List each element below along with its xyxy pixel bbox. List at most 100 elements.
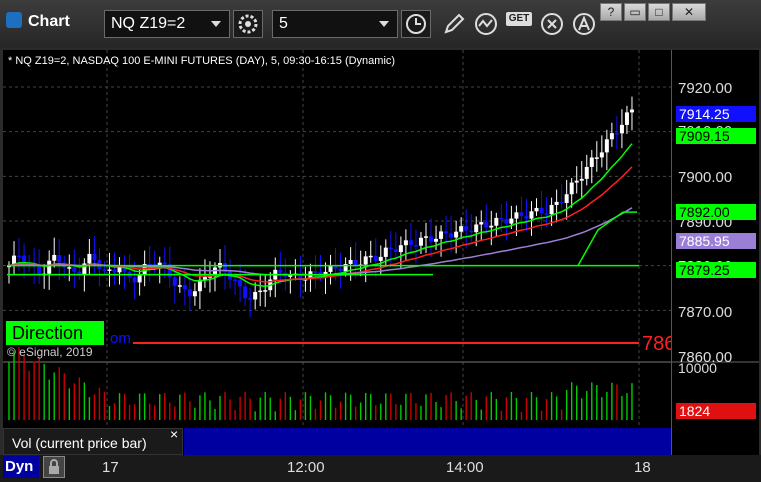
price-chart[interactable]	[3, 50, 671, 455]
app-title: Chart	[28, 13, 70, 30]
candle-body	[439, 231, 444, 239]
minimize-button[interactable]: ▭	[624, 3, 646, 21]
chevron-down-icon[interactable]	[211, 21, 221, 27]
candle-body	[423, 236, 428, 238]
candle-body	[162, 262, 167, 265]
candle-body	[348, 260, 353, 264]
help-button[interactable]: ?	[600, 3, 622, 21]
candle-body	[494, 217, 499, 226]
candle-body	[519, 212, 524, 217]
step-line	[577, 211, 637, 267]
candle-body	[579, 178, 584, 181]
candle-body	[564, 194, 569, 203]
candle-body	[574, 180, 579, 183]
candle-body	[112, 269, 117, 273]
candle-body	[554, 201, 559, 205]
price-label: 7920.00	[678, 80, 733, 97]
ma-slow-tag: 7879.25	[676, 262, 756, 278]
candle-body	[187, 289, 192, 297]
candle-body	[258, 290, 263, 293]
last-price-tag: 7914.25	[676, 106, 756, 122]
candle-body	[464, 226, 469, 231]
candle-body	[107, 269, 112, 271]
lock-button[interactable]	[43, 456, 65, 478]
price-label: 7870.00	[678, 304, 733, 321]
gear-icon	[238, 14, 258, 34]
time-label: 12:00	[287, 459, 325, 476]
candle-body	[132, 277, 137, 283]
chevron-down-icon[interactable]	[379, 21, 389, 27]
settings-button[interactable]	[233, 10, 263, 38]
candle-body	[47, 260, 52, 274]
candle-body	[137, 274, 142, 283]
close-button[interactable]: ✕	[672, 3, 706, 21]
candle-body	[509, 218, 514, 224]
candle-body	[353, 260, 358, 266]
candle-body	[278, 269, 283, 273]
study-icon[interactable]	[474, 12, 498, 36]
candle-body	[243, 286, 248, 299]
candle-body	[192, 291, 197, 297]
candle-body	[624, 112, 629, 125]
symbol-value: NQ Z19=2	[111, 15, 186, 32]
copyright-text: © eSignal, 2019	[7, 345, 93, 359]
volume-panel-bar	[184, 428, 671, 455]
candle-body	[539, 207, 544, 214]
candle-body	[233, 279, 238, 282]
candle-body	[559, 201, 564, 204]
candle-body	[434, 238, 439, 242]
candle-body	[92, 253, 97, 260]
interval-input[interactable]: 5	[272, 10, 398, 38]
candle-body	[413, 245, 418, 247]
candle-body	[479, 222, 484, 225]
candle-body	[484, 222, 489, 228]
candle-body	[454, 231, 459, 238]
alert-icon[interactable]	[572, 12, 596, 36]
volume-close-icon[interactable]: ×	[170, 426, 178, 442]
clock-icon	[406, 14, 426, 34]
candle-body	[238, 280, 243, 287]
candle-body	[338, 268, 343, 272]
candle-body	[549, 204, 554, 215]
chart-area[interactable]	[3, 50, 671, 455]
candle-body	[444, 231, 449, 234]
close-circle-icon[interactable]	[540, 12, 564, 36]
time-label: 14:00	[446, 459, 484, 476]
candle-body	[544, 213, 549, 215]
candle-body	[253, 291, 258, 300]
candle-body	[52, 254, 57, 261]
chart-window: Chart NQ Z19=2 5 GET ? ▭ □ ✕ * NQ Z19=2,…	[0, 0, 761, 481]
candle-body	[504, 218, 509, 224]
candle-body	[378, 256, 383, 261]
candle-body	[263, 290, 268, 292]
maximize-button[interactable]: □	[648, 3, 670, 21]
candle-body	[534, 207, 539, 212]
candle-body	[629, 109, 634, 113]
candle-body	[514, 212, 519, 219]
candle-body	[22, 255, 27, 263]
volume-panel-label: Vol (current price bar)	[3, 428, 183, 455]
candle-body	[584, 166, 589, 179]
get-button[interactable]: GET	[506, 12, 534, 36]
title-bar: Chart NQ Z19=2 5 GET ? ▭ □ ✕	[0, 0, 761, 48]
candle-body	[614, 133, 619, 135]
direction-suffix: om	[110, 330, 131, 347]
candle-body	[77, 271, 82, 274]
price-label: 7900.00	[678, 169, 733, 186]
dynamic-button[interactable]: Dyn	[3, 456, 39, 478]
candle-body	[599, 152, 604, 158]
time-label: 17	[102, 459, 119, 476]
time-label: 18	[634, 459, 651, 476]
time-button[interactable]	[401, 10, 431, 38]
candle-body	[594, 157, 599, 159]
candle-body	[72, 267, 77, 272]
get-label: GET	[506, 12, 532, 26]
candle-body	[398, 245, 403, 253]
pencil-icon[interactable]	[442, 12, 466, 36]
candle-body	[403, 240, 408, 246]
candle-body	[67, 267, 72, 269]
candle-body	[449, 233, 454, 238]
symbol-input[interactable]: NQ Z19=2	[104, 10, 230, 38]
candle-body	[102, 269, 107, 271]
direction-label: Direction	[6, 321, 104, 345]
